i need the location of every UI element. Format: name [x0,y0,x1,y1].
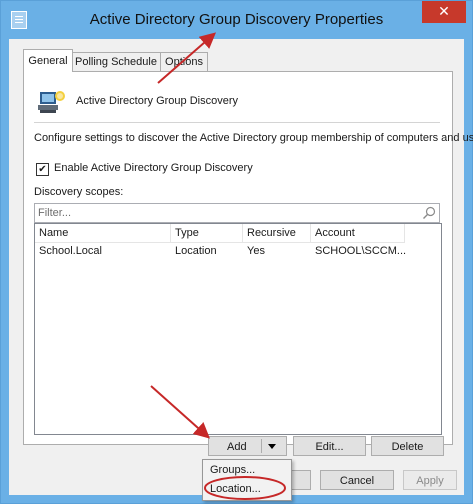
ad-discovery-icon [38,91,65,113]
enable-discovery-checkbox[interactable]: ✔ [36,163,49,176]
menu-item-groups[interactable]: Groups... [203,461,289,480]
properties-dialog: Active Directory Group Discovery Propert… [0,0,473,504]
dialog-body: General Polling Schedule Options Active … [9,39,473,495]
title-bar[interactable]: Active Directory Group Discovery Propert… [1,1,472,39]
close-button[interactable]: ✕ [422,1,466,23]
cell-type: Location [175,245,217,257]
search-icon[interactable] [422,206,436,220]
list-header: Name Type Recursive Account [35,224,405,243]
dropdown-arrow-icon[interactable] [268,444,276,449]
window-title: Active Directory Group Discovery Propert… [89,11,384,28]
separator [34,122,440,123]
discovery-scopes-label: Discovery scopes: [34,186,124,198]
description-text: Configure settings to discover the Activ… [34,132,473,144]
enable-discovery-label[interactable]: Enable Active Directory Group Discovery [54,162,253,174]
header-label: Active Directory Group Discovery [76,95,238,107]
table-row[interactable]: School.Local Location Yes SCHOOL\SCCM... [35,243,406,259]
tab-options[interactable]: Options [160,52,208,71]
column-header-type[interactable]: Type [171,224,243,242]
cancel-button[interactable]: Cancel [320,470,394,490]
cell-recursive: Yes [247,245,265,257]
add-button[interactable]: Add [208,436,287,456]
general-tab-panel: Active Directory Group Discovery Configu… [23,71,473,445]
cell-name: School.Local [39,245,102,257]
tab-general[interactable]: General [23,49,73,72]
column-header-recursive[interactable]: Recursive [243,224,311,242]
column-header-name[interactable]: Name [35,224,171,242]
apply-button[interactable]: Apply [403,470,457,490]
discovery-scopes-list[interactable]: Name Type Recursive Account School.Local… [34,223,442,435]
cell-account: SCHOOL\SCCM... [315,245,407,257]
add-split-divider [261,439,262,453]
add-label: Add [227,441,247,453]
tab-polling-schedule[interactable]: Polling Schedule [70,52,162,71]
column-header-account[interactable]: Account [311,224,405,242]
delete-button[interactable]: Delete [371,436,444,456]
menu-item-location[interactable]: Location... [203,480,289,499]
filter-box [34,203,440,223]
checkmark-icon: ✔ [38,164,47,175]
close-icon: ✕ [438,4,450,20]
filter-input[interactable] [35,204,418,222]
edit-button[interactable]: Edit... [293,436,366,456]
add-dropdown-menu: Groups... Location... [202,459,292,501]
